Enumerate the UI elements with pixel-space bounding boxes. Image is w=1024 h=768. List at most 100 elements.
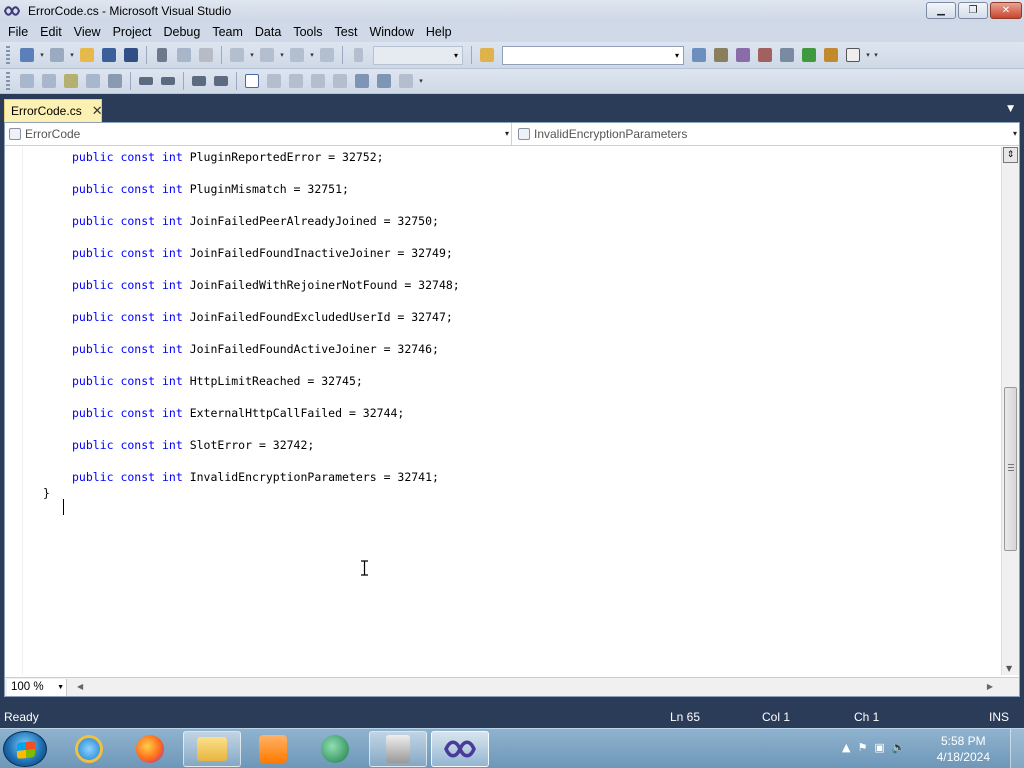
- menu-tools[interactable]: Tools: [287, 22, 328, 42]
- app-globe-icon[interactable]: [306, 731, 364, 767]
- scroll-thumb[interactable]: [1004, 387, 1017, 551]
- redo-dropdown-icon[interactable]: ▾: [278, 51, 286, 59]
- menu-team[interactable]: Team: [206, 22, 249, 42]
- menu-edit[interactable]: Edit: [34, 22, 68, 42]
- show-hidden-icons-icon[interactable]: ▲: [842, 741, 850, 754]
- firefox-icon[interactable]: [121, 731, 179, 767]
- media-player-icon[interactable]: [244, 731, 302, 767]
- network-icon[interactable]: ▣: [874, 741, 884, 754]
- next-bookmark-in-document-icon[interactable]: [375, 72, 393, 90]
- menu-project[interactable]: Project: [107, 22, 158, 42]
- members-dropdown[interactable]: InvalidEncryptionParameters ▾: [512, 123, 1019, 145]
- save-all-icon[interactable]: [122, 46, 140, 64]
- app-window-icon[interactable]: [369, 731, 427, 767]
- previous-bookmark-icon[interactable]: [265, 72, 283, 90]
- solution-explorer-icon[interactable]: [690, 46, 708, 64]
- members-dropdown-value: InvalidEncryptionParameters: [534, 127, 688, 141]
- command-window-icon[interactable]: [844, 46, 862, 64]
- navigate-forward-icon[interactable]: [318, 46, 336, 64]
- add-item-icon[interactable]: [48, 46, 66, 64]
- undo-icon[interactable]: [228, 46, 246, 64]
- code-text-area[interactable]: public const int PluginReportedError = 3…: [25, 147, 1000, 675]
- clock-time: 5:58 PM: [940, 734, 986, 748]
- increase-indent-icon[interactable]: [159, 72, 177, 90]
- start-debugging-icon[interactable]: [349, 46, 367, 64]
- toolbar-overflow-icon[interactable]: ▾: [417, 77, 425, 85]
- horizontal-scrollbar[interactable]: ◀ ▶: [67, 679, 1019, 696]
- menu-view[interactable]: View: [68, 22, 107, 42]
- vertical-scrollbar[interactable]: ⇕ ▼: [1001, 147, 1019, 675]
- previous-bookmark-in-document-icon[interactable]: [353, 72, 371, 90]
- previous-bookmark-in-folder-icon[interactable]: [309, 72, 327, 90]
- paste-icon[interactable]: [197, 46, 215, 64]
- uncomment-lines-icon[interactable]: [212, 72, 230, 90]
- menu-debug[interactable]: Debug: [157, 22, 206, 42]
- parameter-info-icon[interactable]: [40, 72, 58, 90]
- internet-explorer-icon[interactable]: [60, 731, 118, 767]
- new-project-icon[interactable]: [18, 46, 36, 64]
- display-object-members-icon[interactable]: [18, 72, 36, 90]
- new-project-dropdown-icon[interactable]: ▾: [38, 51, 46, 59]
- menu-file[interactable]: File: [2, 22, 34, 42]
- windows-logo-icon: [17, 741, 35, 759]
- cut-icon[interactable]: [153, 46, 171, 64]
- quick-info-list-icon[interactable]: [106, 72, 124, 90]
- next-bookmark-in-folder-icon[interactable]: [331, 72, 349, 90]
- undo-dropdown-icon[interactable]: ▾: [248, 51, 256, 59]
- comment-lines-icon[interactable]: [190, 72, 208, 90]
- toggle-bookmark-icon[interactable]: [243, 72, 261, 90]
- command-window-dropdown-icon[interactable]: ▾: [864, 51, 872, 59]
- navigate-backward-dropdown-icon[interactable]: ▾: [308, 51, 316, 59]
- close-icon[interactable]: ✕: [92, 103, 103, 119]
- copy-icon[interactable]: [175, 46, 193, 64]
- decrease-indent-icon[interactable]: [137, 72, 155, 90]
- action-center-flag-icon[interactable]: ⚑: [857, 741, 867, 754]
- menu-data[interactable]: Data: [249, 22, 287, 42]
- redo-icon[interactable]: [258, 46, 276, 64]
- show-desktop-button[interactable]: [1010, 729, 1024, 768]
- save-icon[interactable]: [100, 46, 118, 64]
- chevron-down-icon[interactable]: ▼: [1007, 104, 1014, 114]
- next-bookmark-icon[interactable]: [287, 72, 305, 90]
- quick-info-icon[interactable]: [62, 72, 80, 90]
- word-completion-icon[interactable]: [84, 72, 102, 90]
- clear-bookmarks-icon[interactable]: [397, 72, 415, 90]
- tab-errorcode-cs[interactable]: ErrorCode.cs ✕: [4, 99, 103, 122]
- chevron-down-icon: ▾: [453, 50, 458, 60]
- zoom-dropdown[interactable]: 100 % ▼: [7, 678, 67, 696]
- toolbar-grip[interactable]: [6, 46, 10, 64]
- windows-explorer-icon[interactable]: [183, 731, 241, 767]
- open-file-icon[interactable]: [78, 46, 96, 64]
- types-dropdown[interactable]: ErrorCode ▾: [5, 123, 512, 145]
- toolbar-overflow-icon[interactable]: ▾: [872, 51, 880, 59]
- minimize-button[interactable]: ▁: [926, 2, 956, 19]
- scroll-left-icon[interactable]: ◀: [77, 682, 83, 691]
- start-page-icon[interactable]: [800, 46, 818, 64]
- visual-studio-taskbar-icon[interactable]: [431, 731, 489, 767]
- scroll-right-icon[interactable]: ▶: [987, 682, 993, 691]
- add-item-dropdown-icon[interactable]: ▾: [68, 51, 76, 59]
- object-browser-icon[interactable]: [734, 46, 752, 64]
- toolbar-grip[interactable]: [6, 72, 10, 90]
- menu-test[interactable]: Test: [329, 22, 364, 42]
- find-combo[interactable]: ▾: [502, 45, 684, 65]
- system-clock[interactable]: 5:58 PM 4/18/2024: [937, 733, 990, 765]
- code-line: public const int ExternalHttpCallFailed …: [72, 406, 405, 420]
- split-handle-icon[interactable]: ⇕: [1003, 147, 1018, 163]
- team-explorer-icon[interactable]: [822, 46, 840, 64]
- toolbar-separator: [130, 72, 131, 90]
- close-button[interactable]: ✕: [990, 2, 1022, 19]
- solution-configuration-combo[interactable]: ▾: [373, 45, 463, 65]
- menu-help[interactable]: Help: [420, 22, 458, 42]
- extension-manager-icon[interactable]: [778, 46, 796, 64]
- volume-muted-icon[interactable]: 🔈: [892, 741, 906, 754]
- indicator-margin[interactable]: [5, 147, 23, 675]
- find-in-files-icon[interactable]: [478, 46, 496, 64]
- scroll-down-icon[interactable]: ▼: [1006, 664, 1012, 673]
- toolbox-icon[interactable]: [756, 46, 774, 64]
- properties-window-icon[interactable]: [712, 46, 730, 64]
- restore-button[interactable]: ❐: [958, 2, 988, 19]
- menu-window[interactable]: Window: [363, 22, 419, 42]
- navigate-backward-icon[interactable]: [288, 46, 306, 64]
- start-button[interactable]: [3, 731, 47, 767]
